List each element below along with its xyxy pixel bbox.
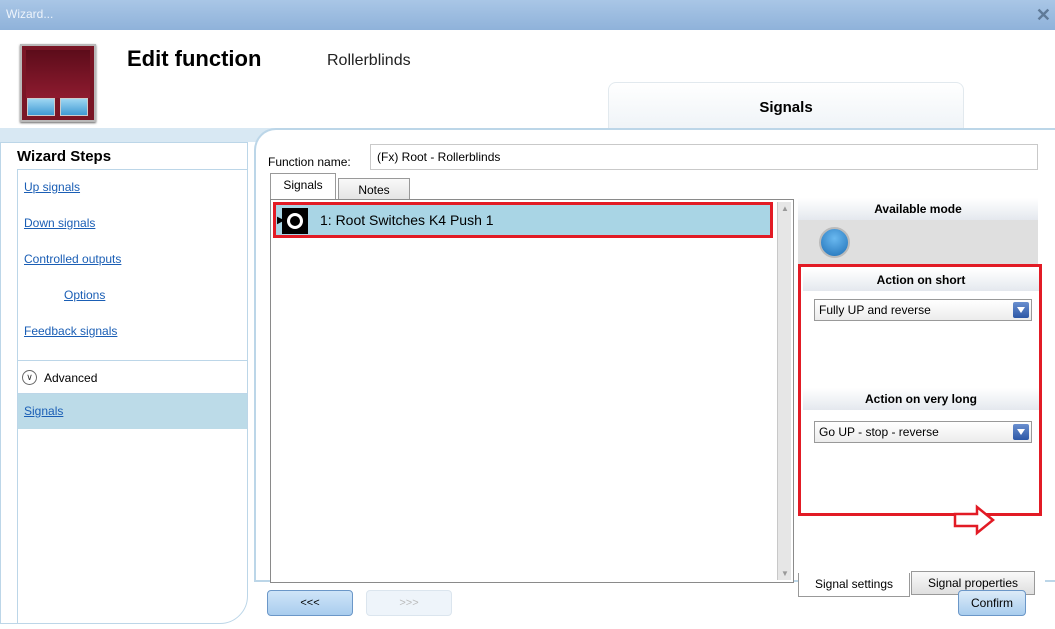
wizard-steps-panel: Wizard Steps Up signals Down signals Con… [0,142,248,624]
signal-settings-panel: Available mode Action on short Fully UP … [798,198,1045,584]
next-button[interactable]: >>> [366,590,452,616]
blind-graphic [26,50,90,98]
advanced-label: Advanced [44,371,98,385]
signals-list: ▶ 1: Root Switches K4 Push 1 ▲ ▼ [270,199,794,583]
page-title: Edit function [127,46,262,71]
close-icon[interactable]: ✕ [1036,5,1051,26]
list-scrollbar[interactable]: ▲ ▼ [777,202,791,580]
available-mode-title: Available mode [798,198,1038,220]
page-subtitle: Rollerblinds [327,52,411,69]
step-options[interactable]: Options [64,288,105,302]
step-controlled-outputs[interactable]: Controlled outputs [24,252,121,266]
push-button-icon [282,208,308,234]
action-very-long-value: Go UP - stop - reverse [819,425,939,439]
chevron-down-icon[interactable] [1013,302,1029,318]
previous-button[interactable]: <<< [267,590,353,616]
scroll-down-icon[interactable]: ▼ [781,569,789,578]
step-feedback-signals[interactable]: Feedback signals [24,324,117,338]
step-signals-active[interactable]: Signals [18,394,247,429]
action-short-title: Action on short [803,269,1039,291]
chevron-down-icon[interactable] [1013,424,1029,440]
confirm-button[interactable]: Confirm [958,590,1026,616]
window-title: Wizard... [6,7,54,21]
right-arrow-icon [953,504,995,536]
step-signals-label: Signals [24,404,64,418]
action-settings-box: Action on short Fully UP and reverse Act… [798,264,1042,516]
action-very-long-select[interactable]: Go UP - stop - reverse [814,421,1032,443]
tab-signal-settings[interactable]: Signal settings [798,573,910,597]
chevron-down-icon: ∨ [22,370,37,385]
tab-signals-header[interactable]: Signals [608,82,964,132]
blue-push-button-icon[interactable] [819,227,850,258]
tab-signals[interactable]: Signals [270,173,336,199]
rollerblinds-icon [20,44,96,122]
signal-row[interactable]: ▶ 1: Root Switches K4 Push 1 [273,202,773,238]
available-mode-box [798,220,1038,264]
action-short-value: Fully UP and reverse [819,303,931,317]
advanced-toggle[interactable]: ∨ Advanced [18,360,247,394]
function-editor-panel: Function name: (Fx) Root - Rollerblinds … [254,128,1055,597]
wizard-steps-title: Wizard Steps [17,148,112,165]
step-down-signals[interactable]: Down signals [24,216,95,230]
signal-label: 1: Root Switches K4 Push 1 [320,212,494,228]
action-short-select[interactable]: Fully UP and reverse [814,299,1032,321]
wizard-steps-list: Up signals Down signals Controlled outpu… [17,169,247,623]
tab-notes[interactable]: Notes [338,178,410,201]
window-titlebar: Wizard... ✕ [0,0,1055,30]
function-name-input[interactable]: (Fx) Root - Rollerblinds [370,144,1038,170]
scroll-up-icon[interactable]: ▲ [781,204,789,213]
function-name-label: Function name: [268,155,351,169]
step-up-signals[interactable]: Up signals [24,180,80,194]
action-very-long-title: Action on very long [803,388,1039,410]
